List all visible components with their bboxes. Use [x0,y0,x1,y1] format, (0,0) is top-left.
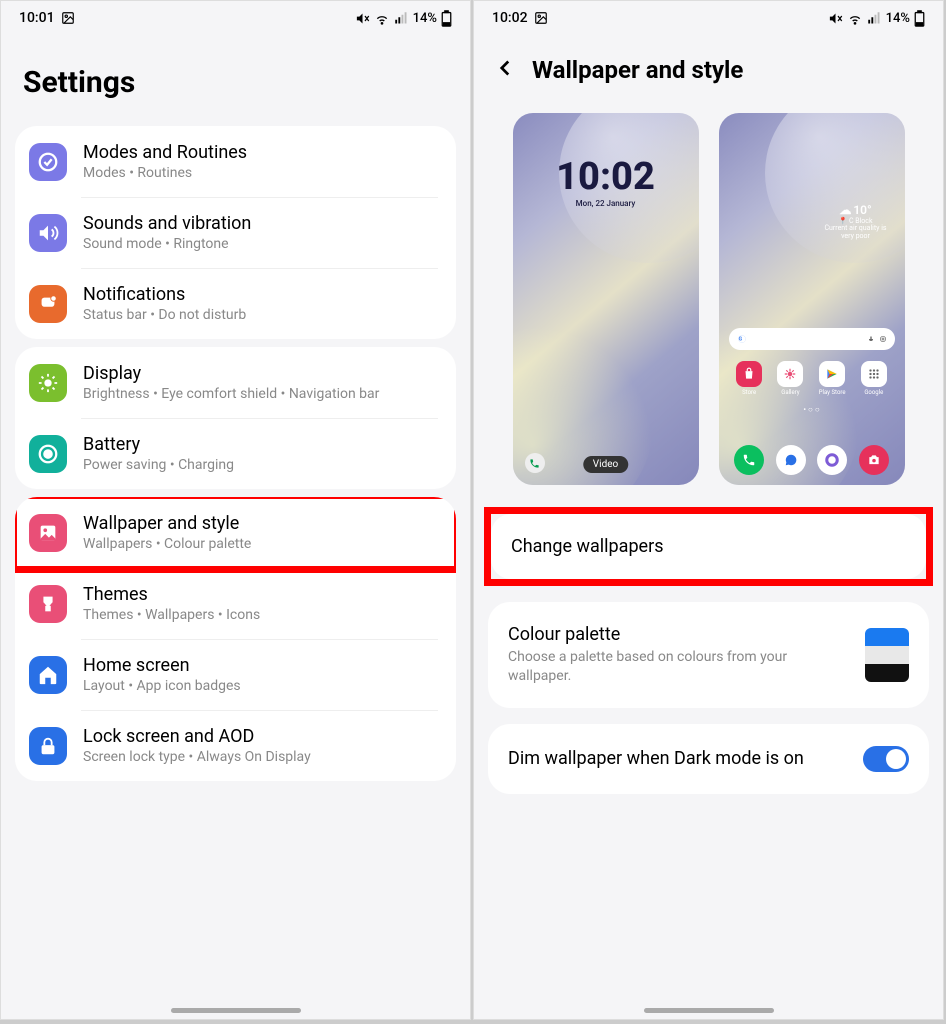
phone-icon [734,445,764,475]
item-title: Modes and Routines [83,142,247,163]
google-search-bar: G [729,328,895,350]
chevron-left-icon [492,55,518,81]
change-wallpapers-label: Change wallpapers [511,536,906,557]
header: Settings [1,35,470,118]
item-title: Wallpaper and style [83,513,251,534]
settings-item-themes[interactable]: Themes Themes • Wallpapers • Icons [15,568,456,639]
gallery-status-icon [61,11,75,25]
dock-row [729,445,895,475]
item-sub: Screen lock type • Always On Display [83,749,311,765]
status-battery: 14% [886,11,910,26]
colour-palette-label: Colour palette [508,624,851,645]
settings-item-battery[interactable]: Battery Power saving • Charging [15,418,456,489]
change-wallpapers-row[interactable]: Change wallpapers [491,514,926,579]
settings-group: Display Brightness • Eye comfort shield •… [15,347,456,489]
page-indicator: • ○ ○ [719,405,905,414]
themes-icon [29,585,67,623]
phone-shortcut-icon [525,453,545,473]
wifi-icon [847,10,863,26]
battery-icon [914,10,925,27]
settings-group: Modes and Routines Modes • Routines Sounds… [15,126,456,339]
nav-handle[interactable] [171,1008,301,1013]
item-sub: Sound mode • Ringtone [83,236,251,252]
gallery-status-icon [534,11,548,25]
item-title: Themes [83,584,260,605]
signal-icon [394,11,409,26]
check-icon [29,143,67,181]
status-bar: 10:02 14% [474,1,943,35]
mute-icon [828,11,843,26]
item-sub: Modes • Routines [83,165,247,181]
sound-icon [29,214,67,252]
wallpaper-icon [29,514,67,552]
item-sub: Brightness • Eye comfort shield • Naviga… [83,386,379,402]
item-title: Battery [83,434,234,455]
settings-item-home[interactable]: Home screen Layout • App icon badges [15,639,456,710]
settings-item-display[interactable]: Display Brightness • Eye comfort shield •… [15,347,456,418]
palette-swatch [865,628,909,682]
lock-screen-preview[interactable]: 10:02 Mon, 22 January Video [513,113,699,485]
page-title: Wallpaper and style [532,56,743,84]
item-title: Lock screen and AOD [83,726,311,747]
status-bar: 10:01 14% [1,1,470,35]
settings-screen: 10:01 14% Settings Modes and RoutinesMod… [0,0,471,1020]
dim-wallpaper-label: Dim wallpaper when Dark mode is on [508,747,849,771]
header: Wallpaper and style [474,35,943,103]
mute-icon [355,11,370,26]
wallpaper-style-screen: 10:02 14% Wallpaper and style 10:02 Mon,… [473,0,944,1020]
item-sub: Layout • App icon badges [83,678,241,694]
colour-palette-sub: Choose a palette based on colours from y… [508,648,851,686]
item-title: Display [83,363,379,384]
home-icon [29,656,67,694]
lock-preview-date: Mon, 22 January [513,199,699,208]
status-battery: 14% [413,11,437,26]
brightness-icon [29,364,67,402]
highlight-change-wallpapers: Change wallpapers [484,507,933,586]
highlight-wallpaper-style: Wallpaper and style Wallpapers • Colour p… [15,497,456,568]
nav-handle[interactable] [644,1008,774,1013]
back-button[interactable] [492,55,518,85]
dim-wallpaper-row[interactable]: Dim wallpaper when Dark mode is on [488,724,929,794]
battery-icon [441,10,452,27]
weather-widget: ☁10° 📍 C Block Current air quality is ve… [821,203,891,240]
item-title: Notifications [83,284,246,305]
settings-group: Wallpaper and style Wallpapers • Colour p… [15,497,456,781]
app-store: Store [736,361,762,396]
item-sub: Wallpapers • Colour palette [83,536,251,552]
battery-icon [29,435,67,473]
browser-icon [817,445,847,475]
wifi-icon [374,10,390,26]
status-time: 10:01 [19,10,55,26]
video-chip: Video [583,456,628,473]
lock-icon [29,727,67,765]
settings-item-modes[interactable]: Modes and Routines Modes • Routines [15,126,456,197]
settings-item-notifications[interactable]: Notifications Status bar • Do not disturb [15,268,456,339]
app-play-store: Play Store [819,361,846,396]
dim-wallpaper-toggle[interactable] [863,746,909,772]
page-title: Settings [23,65,135,100]
settings-item-sounds[interactable]: Sounds and vibration Sound mode • Rington… [15,197,456,268]
app-google: Google [861,361,887,396]
status-time: 10:02 [492,10,528,26]
item-sub: Power saving • Charging [83,457,234,473]
wallpaper-previews: 10:02 Mon, 22 January Video ☁10° 📍 C Blo… [474,103,943,507]
settings-item-wallpaper[interactable]: Wallpaper and style Wallpapers • Colour p… [15,497,456,568]
messages-icon [776,445,806,475]
app-gallery: Gallery [777,361,803,396]
home-screen-preview[interactable]: ☁10° 📍 C Block Current air quality is ve… [719,113,905,485]
settings-item-lock[interactable]: Lock screen and AOD Screen lock type • Al… [15,710,456,781]
signal-icon [867,11,882,26]
item-title: Home screen [83,655,241,676]
notif-icon [29,285,67,323]
item-title: Sounds and vibration [83,213,251,234]
item-sub: Status bar • Do not disturb [83,307,246,323]
app-row: Store Gallery Play Store Google [729,361,895,396]
camera-icon [859,445,889,475]
svg-text:G: G [738,337,742,343]
lock-preview-time: 10:02 [513,155,699,199]
item-sub: Themes • Wallpapers • Icons [83,607,260,623]
colour-palette-row[interactable]: Colour palette Choose a palette based on… [488,602,929,708]
